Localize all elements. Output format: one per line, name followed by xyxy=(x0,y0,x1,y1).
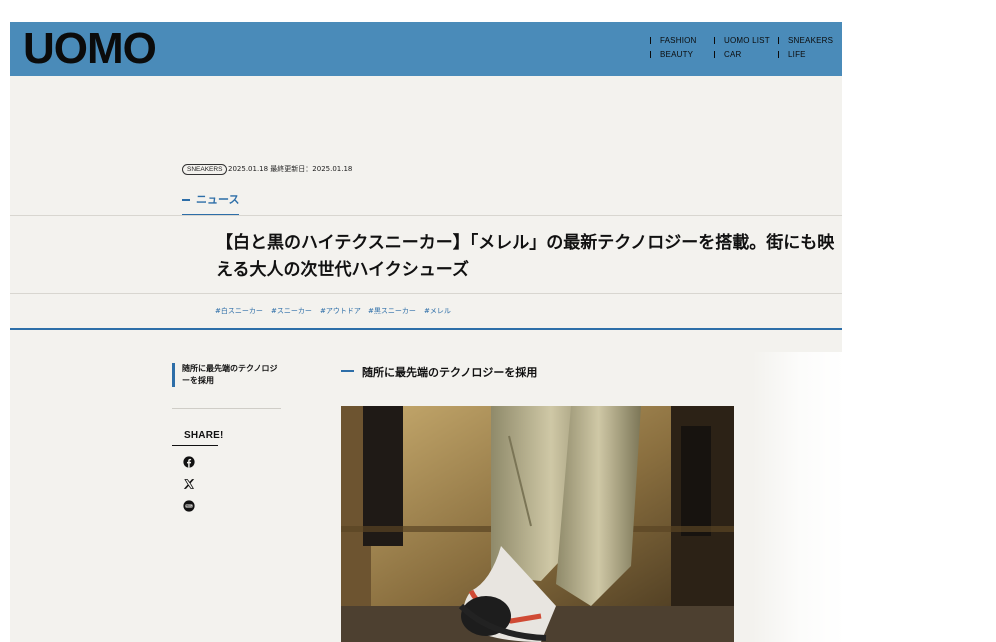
divider-top xyxy=(10,215,842,216)
tag-sneaker[interactable]: #スニーカー xyxy=(271,306,312,316)
section-dash xyxy=(182,199,190,201)
heading-dash xyxy=(341,370,354,372)
global-nav: FASHION UOMO LIST SNEAKERS BEAUTY CAR LI… xyxy=(650,36,840,66)
toc-item[interactable]: 随所に最先端のテクノロジーを採用 xyxy=(172,362,282,388)
nav-life[interactable]: LIFE xyxy=(778,50,806,60)
section-label-news[interactable]: ニュース xyxy=(182,194,239,216)
divider-blue xyxy=(10,328,842,330)
facebook-icon[interactable] xyxy=(183,453,195,468)
tag-merrell[interactable]: #メレル xyxy=(424,306,451,316)
publish-dates: 2025.01.18 最終更新日：2025.01.18 xyxy=(228,165,353,173)
toc-item-text: 随所に最先端のテクノロジーを採用 xyxy=(182,364,278,385)
site-logo[interactable]: UOMO xyxy=(23,26,157,72)
nav-car[interactable]: CAR xyxy=(714,50,742,60)
tag-outdoor[interactable]: #アウトドア xyxy=(320,306,361,316)
svg-text:LINE: LINE xyxy=(186,504,193,508)
tag-white-sneaker[interactable]: #白スニーカー xyxy=(215,306,263,316)
toc-bar xyxy=(172,363,175,387)
line-icon[interactable]: LINE xyxy=(183,497,195,512)
share-label: SHARE! xyxy=(184,430,224,441)
section-heading-text: 随所に最先端のテクノロジーを採用 xyxy=(362,366,538,379)
browser-viewport: UOMO FASHION UOMO LIST SNEAKERS BEAUTY C… xyxy=(10,22,842,642)
site-header: UOMO FASHION UOMO LIST SNEAKERS BEAUTY C… xyxy=(10,22,842,76)
divider-mid xyxy=(10,293,842,294)
sidebar-divider xyxy=(172,408,281,409)
share-underline xyxy=(172,445,218,446)
ad-placeholder-fade xyxy=(752,352,842,642)
nav-sneakers[interactable]: SNEAKERS xyxy=(778,36,833,46)
article-photo xyxy=(341,406,734,642)
article-title: 【白と黒のハイテクスニーカー】「メレル」の最新テクノロジーを搭載。街にも映える大… xyxy=(216,233,835,280)
nav-beauty[interactable]: BEAUTY xyxy=(650,50,693,60)
tag-black-sneaker[interactable]: #黒スニーカー xyxy=(368,306,416,316)
nav-fashion[interactable]: FASHION xyxy=(650,36,697,46)
x-icon[interactable] xyxy=(183,475,195,489)
category-badge[interactable]: SNEAKERS xyxy=(182,164,228,175)
nav-uomo-list[interactable]: UOMO LIST xyxy=(714,36,770,46)
section-label-text: ニュース xyxy=(196,193,240,206)
